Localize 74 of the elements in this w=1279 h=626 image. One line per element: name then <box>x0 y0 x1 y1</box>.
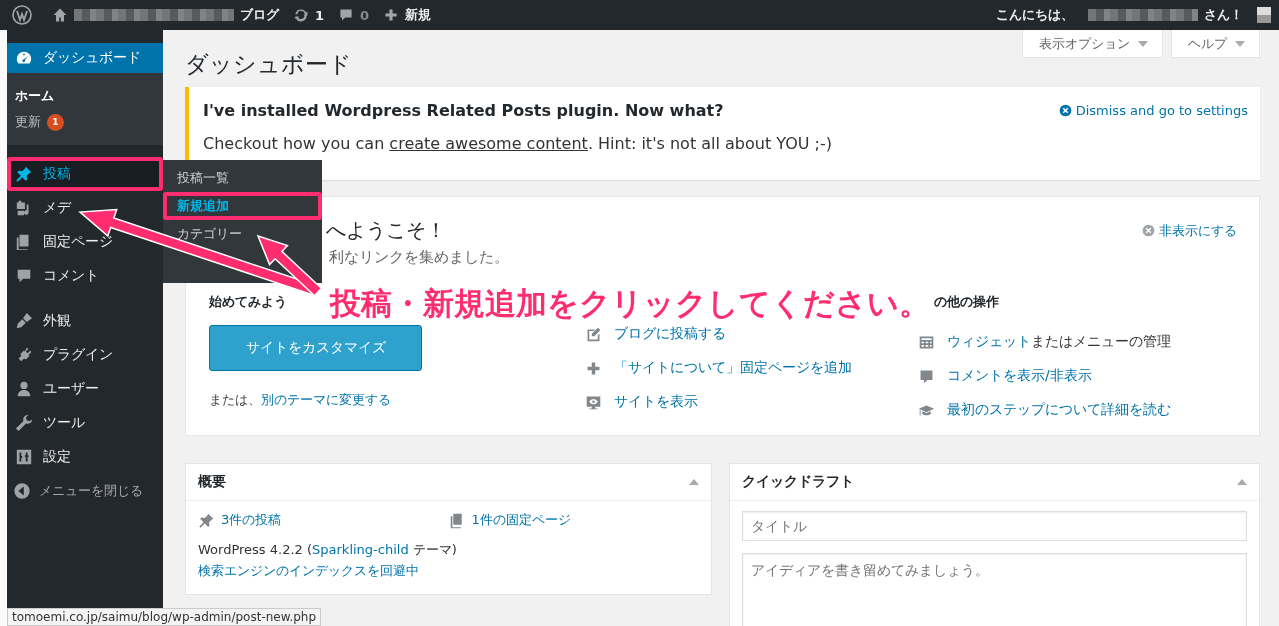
greeting[interactable]: こんにちは、 <box>996 6 1074 24</box>
menu-item[interactable]: 外観 <box>15 312 71 330</box>
content-field[interactable]: アイディアを書き留めてみましょう。 <box>742 553 1247 626</box>
column-heading: 始めてみよう <box>209 293 287 311</box>
updates-count[interactable]: 1 <box>315 7 325 23</box>
close-icon <box>1058 104 1072 117</box>
wordpress-logo-icon[interactable] <box>12 5 32 25</box>
action-link[interactable]: 最初のステップについて詳細を読む <box>947 401 1171 417</box>
menu-item[interactable]: ダッシュボード <box>7 43 163 73</box>
menu-item[interactable]: メデ <box>15 199 71 217</box>
new-menu[interactable]: 新規 <box>405 6 432 24</box>
edit-icon <box>585 325 602 343</box>
plus-icon[interactable] <box>383 7 400 23</box>
annotation-text: 投稿・新規追加をクリックしてください。 <box>330 284 930 323</box>
box-title: クイックドラフト <box>742 473 854 491</box>
flyout-item[interactable]: 投稿一覧 <box>163 164 322 192</box>
refresh-icon[interactable] <box>293 7 309 23</box>
menu-item[interactable]: 固定ページ <box>15 233 113 251</box>
welcome-link[interactable]: ブログに投稿する <box>614 325 726 343</box>
pin-icon <box>15 165 33 183</box>
notice-link[interactable]: create awesome content <box>389 134 588 153</box>
change-theme-link[interactable]: 別のテーマに変更する <box>261 392 391 407</box>
wrench-icon <box>15 414 33 432</box>
collapse-icon <box>13 482 31 500</box>
posts-count-link[interactable]: 3件の投稿 <box>221 511 282 529</box>
welcome-title: へようこそ！ <box>326 217 446 244</box>
action-link[interactable]: コメントを表示/非表示 <box>947 367 1092 383</box>
notice-title: I've installed Wordpress Related Posts plugin. Now what? <box>203 101 724 120</box>
menu-item[interactable]: コメント <box>15 267 99 285</box>
close-icon <box>1142 224 1155 237</box>
menu-item[interactable]: 投稿 <box>7 157 163 191</box>
update-count-badge: 1 <box>47 113 64 131</box>
flyout-item[interactable]: カテゴリー <box>163 220 322 248</box>
menu-item[interactable]: ツール <box>15 414 85 432</box>
caret-icon <box>1138 40 1148 47</box>
dismiss-link[interactable]: Dismiss and go to settings <box>1058 103 1248 118</box>
action-text: またはメニューの管理 <box>1031 333 1171 349</box>
home-icon[interactable] <box>52 7 68 23</box>
caret-icon <box>1235 40 1245 47</box>
greeting-suffix[interactable]: さん！ <box>1204 6 1243 24</box>
alternative-text: または、別のテーマに変更する <box>209 391 392 409</box>
welcome-subtitle: 利なリンクを集めました。 <box>328 248 510 267</box>
screen-meta-toggle[interactable]: 表示オプション <box>1022 30 1163 58</box>
collapse-menu-button[interactable]: メニューを閉じる <box>7 474 163 508</box>
theme-link[interactable]: Sparkling-child <box>312 542 409 557</box>
brush-icon <box>15 312 33 330</box>
screen-meta-toggle[interactable]: ヘルプ <box>1171 30 1260 58</box>
column-heading: の他の操作 <box>933 293 999 311</box>
comments-count[interactable]: 0 <box>360 7 370 23</box>
title-field[interactable]: タイトル <box>742 511 1247 541</box>
welcome-link[interactable]: サイトを表示 <box>614 393 698 411</box>
flyout-item[interactable]: 新規追加 <box>163 192 322 220</box>
sliders-icon <box>15 448 33 466</box>
menu-item[interactable]: ユーザー <box>15 380 99 398</box>
page-title: ダッシュボード <box>185 50 353 78</box>
pages-count-link[interactable]: 1件の固定ページ <box>471 511 571 529</box>
menu-item[interactable]: 設定 <box>15 448 71 466</box>
pin-icon <box>198 511 215 529</box>
submenu-item[interactable]: 更新 1 <box>15 109 163 135</box>
person-icon <box>15 380 33 398</box>
search-engine-link[interactable]: 検索エンジンのインデックスを回避中 <box>198 562 699 580</box>
action-link[interactable]: ウィジェット <box>947 333 1031 349</box>
version-text: WordPress 4.2.2 (Sparkling-child テーマ) <box>198 541 458 559</box>
site-name[interactable]: ブログ <box>240 6 279 24</box>
notice-text: Checkout how you can create awesome content. Hint: it's not all about YOU ;-) <box>203 134 833 153</box>
comment-icon[interactable] <box>338 7 355 23</box>
collapse-toggle-icon[interactable] <box>1237 479 1247 485</box>
menu-item[interactable]: プラグイン <box>15 346 113 364</box>
box-title: 概要 <box>198 473 226 491</box>
welcome-link[interactable]: 「サイトについて」固定ページを追加 <box>614 359 852 377</box>
submenu-item[interactable]: ホーム <box>15 83 163 109</box>
collapse-toggle-icon[interactable] <box>689 479 699 485</box>
hide-link[interactable]: 非表示にする <box>1142 221 1237 240</box>
status-url: tomoemi.co.jp/saimu/blog/wp-admin/post-new.php <box>7 608 322 626</box>
